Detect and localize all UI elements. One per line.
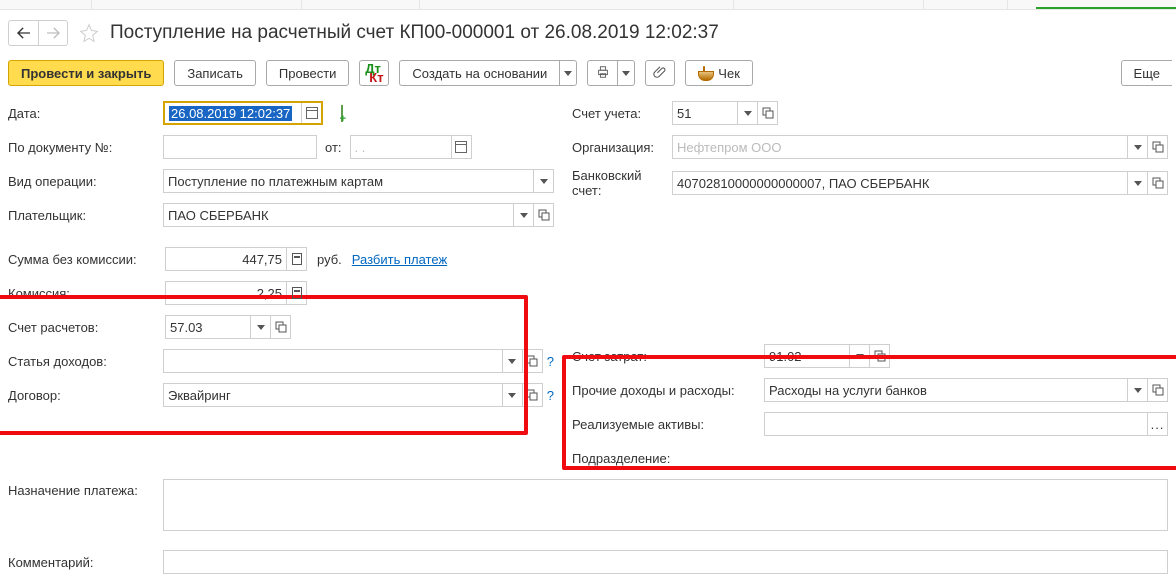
toolbar: Провести и закрыть Записать Провести ДтК… (0, 58, 1176, 100)
organization-label: Организация: (572, 140, 672, 155)
calendar-icon[interactable] (451, 136, 471, 158)
open-icon[interactable] (533, 204, 553, 226)
dropdown-caret-icon[interactable] (1127, 379, 1147, 401)
date-label: Дата: (8, 106, 163, 121)
split-payment-link[interactable]: Разбить платеж (352, 252, 447, 267)
open-icon[interactable] (270, 316, 290, 338)
docnum-label: По документу №: (8, 140, 163, 155)
dropdown-caret-icon[interactable] (502, 384, 522, 406)
page-title: Поступление на расчетный счет КП00-00000… (110, 22, 719, 44)
nav-back-button[interactable] (8, 20, 38, 46)
favorite-star-icon[interactable] (78, 22, 100, 44)
open-icon[interactable] (522, 384, 542, 406)
cost-account-label: Счет затрат: (572, 349, 764, 364)
print-button[interactable] (587, 60, 617, 86)
open-icon[interactable] (522, 350, 542, 372)
post-button[interactable]: Провести (266, 60, 350, 86)
dropdown-caret-icon[interactable] (533, 170, 553, 192)
attachment-button[interactable] (645, 60, 675, 86)
purpose-label: Назначение платежа: (8, 479, 163, 498)
new-doc-icon[interactable] (331, 106, 353, 121)
payer-field[interactable]: ПАО СБЕРБАНК (164, 204, 513, 226)
ellipsis-icon[interactable]: ... (1147, 413, 1167, 435)
docnum-date-field[interactable]: . . (351, 136, 451, 158)
currency-unit: руб. (317, 252, 342, 267)
settlement-account-label: Счет расчетов: (8, 320, 165, 335)
cost-account-field[interactable]: 91.02 (765, 345, 849, 367)
dropdown-caret-icon[interactable] (250, 316, 270, 338)
payer-label: Плательщик: (8, 208, 163, 223)
assets-label: Реализуемые активы: (572, 417, 764, 432)
department-label: Подразделение: (572, 451, 764, 466)
create-based-on-button[interactable]: Создать на основании (399, 60, 559, 86)
contract-label: Договор: (8, 388, 163, 403)
dropdown-caret-icon[interactable] (849, 345, 869, 367)
account-label: Счет учета: (572, 106, 672, 121)
purpose-textarea[interactable] (163, 479, 1168, 531)
calculator-icon[interactable] (286, 248, 306, 270)
cheque-button[interactable]: Чек (685, 60, 753, 86)
dtkt-button[interactable]: ДтКт (359, 60, 389, 86)
dropdown-caret-icon[interactable] (513, 204, 533, 226)
open-icon[interactable] (1147, 172, 1167, 194)
bank-account-label: Банковский счет: (572, 168, 672, 198)
open-icon[interactable] (1147, 379, 1167, 401)
commission-field[interactable]: 2,25 (166, 282, 286, 304)
bank-account-field[interactable]: 40702810000000000007, ПАО СБЕРБАНК (673, 172, 1127, 194)
docnum-from-label: от: (325, 140, 342, 155)
more-button[interactable]: Еще (1121, 60, 1172, 86)
settlement-account-field[interactable]: 57.03 (166, 316, 250, 338)
other-income-expense-label: Прочие доходы и расходы: (572, 383, 764, 398)
organization-field[interactable]: Нефтепром ООО (673, 136, 1127, 158)
post-and-close-button[interactable]: Провести и закрыть (8, 60, 164, 86)
open-icon[interactable] (869, 345, 889, 367)
print-caret[interactable] (617, 60, 635, 86)
receipt-icon (698, 66, 712, 80)
sum-label: Сумма без комиссии: (8, 252, 165, 267)
title-bar: Поступление на расчетный счет КП00-00000… (0, 10, 1176, 58)
dropdown-caret-icon[interactable] (1127, 172, 1147, 194)
income-item-label: Статья доходов: (8, 354, 163, 369)
dropdown-caret-icon[interactable] (502, 350, 522, 372)
contract-field[interactable]: Эквайринг (164, 384, 502, 406)
comment-field[interactable] (164, 551, 1167, 573)
save-button[interactable]: Записать (174, 60, 256, 86)
account-field[interactable]: 51 (673, 102, 737, 124)
create-based-on-caret[interactable] (559, 60, 577, 86)
commission-label: Комиссия: (8, 286, 165, 301)
other-income-expense-field[interactable]: Расходы на услуги банков (765, 379, 1127, 401)
optype-select[interactable]: Поступление по платежным картам (164, 170, 533, 192)
dropdown-caret-icon[interactable] (1127, 136, 1147, 158)
comment-label: Комментарий: (8, 555, 163, 570)
calculator-icon[interactable] (286, 282, 306, 304)
calendar-icon[interactable] (301, 103, 321, 123)
assets-field[interactable] (765, 413, 1147, 435)
open-icon[interactable] (1147, 136, 1167, 158)
date-field[interactable]: 26.08.2019 12:02:37 (165, 103, 301, 123)
optype-label: Вид операции: (8, 174, 163, 189)
accent-bar (1036, 7, 1176, 9)
open-icon[interactable] (757, 102, 777, 124)
help-icon[interactable]: ? (547, 388, 554, 403)
dropdown-caret-icon[interactable] (737, 102, 757, 124)
docnum-field[interactable] (164, 136, 316, 158)
printer-icon (596, 65, 610, 82)
paperclip-icon (653, 65, 667, 82)
sum-field[interactable]: 447,75 (166, 248, 286, 270)
dtkt-icon: ДтКт (365, 64, 383, 82)
help-icon[interactable]: ? (547, 354, 554, 369)
income-item-field[interactable] (164, 350, 502, 372)
nav-forward-button[interactable] (38, 20, 68, 46)
